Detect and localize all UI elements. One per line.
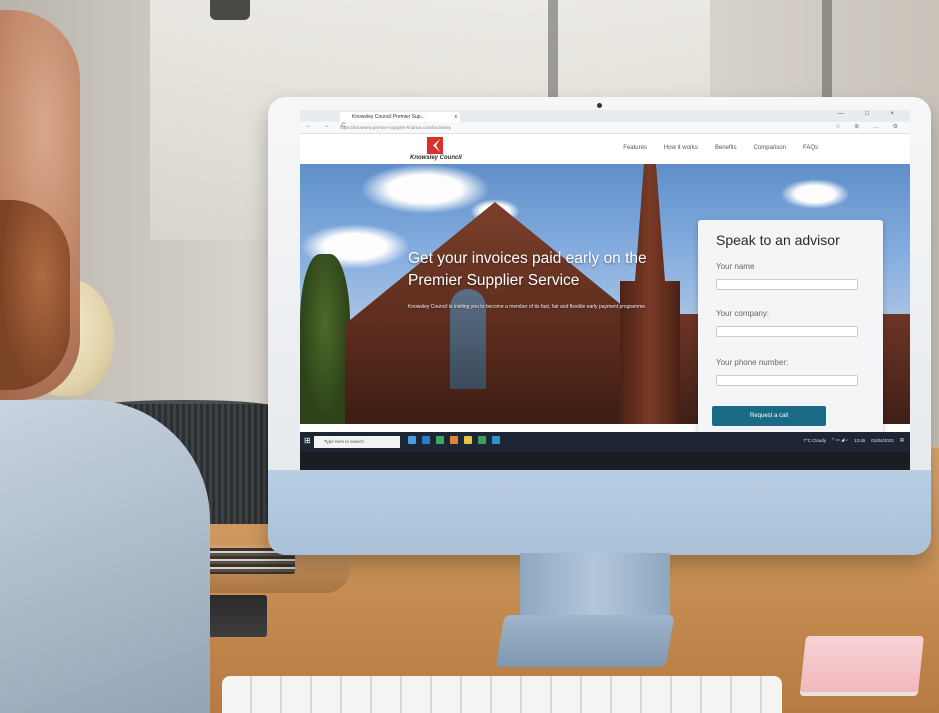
webcam: [597, 103, 602, 108]
site-header: Knowsley Council Features How it works B…: [300, 134, 910, 164]
request-call-button[interactable]: Request a call: [712, 406, 826, 426]
url-field[interactable]: https://knowsley.premier-supplier-financ…: [340, 124, 820, 131]
task-view-icon[interactable]: [408, 436, 416, 444]
company-field[interactable]: [716, 326, 858, 337]
hero-title-line2: Premier Supplier Service: [408, 272, 580, 289]
notification-icon[interactable]: ▤: [900, 437, 904, 443]
hero-subtitle: Knowsley Council is inviting you to beco…: [408, 304, 647, 310]
tree: [300, 254, 350, 424]
phone-field[interactable]: [716, 375, 858, 386]
ceiling-light: [210, 0, 250, 20]
system-tray: 7°C Cloudy ^ ▭ ◢ ♪ 13:45 01/04/2022 ▤: [803, 437, 904, 443]
cloud: [780, 179, 850, 209]
browser-tab-bar: Knowsley Council Premier Sup... x — □ ×: [300, 110, 910, 122]
tab-close-icon[interactable]: x: [455, 112, 458, 122]
nav-benefits[interactable]: Benefits: [715, 145, 737, 151]
photo-scene: Knowsley Council Premier Sup... x — □ × …: [0, 0, 939, 713]
explorer-icon[interactable]: [464, 436, 472, 444]
sticky-notes: [800, 636, 924, 692]
keyboard: [222, 676, 782, 713]
taskbar-apps: [408, 436, 500, 444]
weather-widget[interactable]: 7°C Cloudy: [803, 438, 826, 443]
screen-bottom: [300, 452, 910, 470]
address-bar: ← → C https://knowsley.premier-supplier-…: [300, 122, 910, 134]
clock-time[interactable]: 13:45: [854, 438, 865, 443]
window-controls[interactable]: — □ ×: [838, 111, 904, 117]
tray-icons[interactable]: ^ ▭ ◢ ♪: [832, 437, 848, 443]
monitor-screen: Knowsley Council Premier Sup... x — □ × …: [300, 110, 910, 470]
advisor-form: Speak to an advisor Your name Your compa…: [698, 220, 883, 446]
nav-faqs[interactable]: FAQs: [803, 145, 818, 151]
monitor-stand: [520, 553, 670, 623]
edge-icon[interactable]: [422, 436, 430, 444]
windows-start-icon[interactable]: ⊞: [304, 437, 312, 445]
firefox-icon[interactable]: [450, 436, 458, 444]
phone-label: Your phone number:: [716, 358, 789, 367]
monitor-chin: [268, 470, 931, 555]
clock-date[interactable]: 01/04/2022: [871, 438, 894, 443]
person-shoulder: [0, 400, 210, 713]
nav-features[interactable]: Features: [623, 145, 647, 151]
advisor-title: Speak to an advisor: [716, 232, 840, 248]
windows-taskbar: ⊞ Type here to search 7°C Cloudy ^ ▭ ◢ ♪…: [300, 432, 910, 452]
company-label: Your company:: [716, 309, 770, 318]
chrome-icon[interactable]: [492, 436, 500, 444]
logo-text[interactable]: Knowsley Council: [410, 155, 462, 161]
name-field[interactable]: [716, 279, 858, 290]
monitor-foot: [495, 615, 675, 667]
name-label: Your name: [716, 262, 755, 271]
church-tower: [620, 164, 680, 424]
browser-tab[interactable]: Knowsley Council Premier Sup... x: [340, 112, 460, 122]
nav-comparison[interactable]: Comparison: [754, 145, 786, 151]
council-logo-icon[interactable]: [427, 137, 443, 154]
excel-icon[interactable]: [478, 436, 486, 444]
hero-title-line1: Get your invoices paid early on the: [408, 250, 647, 267]
person-beard: [0, 200, 70, 390]
nav-how-it-works[interactable]: How it works: [664, 145, 698, 151]
hero-title: Get your invoices paid early on the Prem…: [408, 248, 688, 292]
store-icon[interactable]: [436, 436, 444, 444]
address-bar-icons[interactable]: ☆ ⊕ … ⚙: [835, 123, 904, 130]
site-nav: Features How it works Benefits Compariso…: [623, 145, 818, 151]
tab-title: Knowsley Council Premier Sup...: [352, 114, 425, 120]
taskbar-search[interactable]: Type here to search: [314, 436, 400, 448]
